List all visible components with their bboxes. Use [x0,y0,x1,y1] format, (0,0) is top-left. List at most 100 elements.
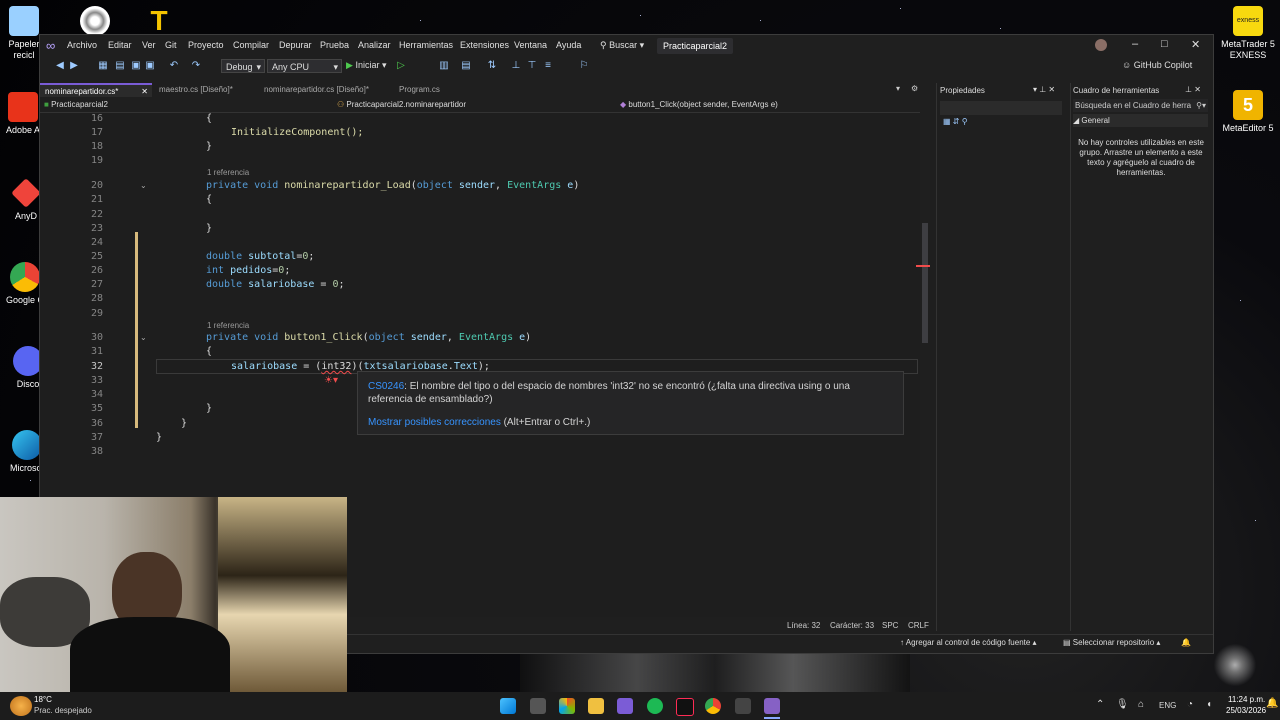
scrollbar-thumb[interactable] [922,223,928,343]
toolbox-group-general[interactable]: ◢ General [1073,114,1208,127]
spotify-icon[interactable] [647,698,663,714]
select-repository-button[interactable]: ▤ Seleccionar repositorio ▴ [1063,638,1160,647]
desktop-icon-metatrader[interactable]: exness MetaTrader 5 EXNESS [1211,6,1280,61]
close-icon[interactable]: ✕ [141,85,148,99]
network-icon[interactable]: ⌂ [1138,699,1144,710]
menu-editar[interactable]: Editar [108,40,132,50]
member-dropdown[interactable]: ◆ button1_Click(object sender, EventArgs… [620,99,910,111]
start-icon[interactable] [500,698,516,714]
error-squiggle[interactable]: int32 [321,361,351,372]
tab-list-chevron-icon[interactable]: ▾ [896,84,900,93]
line-ending-indicator[interactable]: CRLF [908,621,929,630]
start-button[interactable]: ▶ Iniciar ▾ [346,60,386,71]
snipping-tool-icon[interactable] [735,698,751,714]
menu-ventana[interactable]: Ventana [514,40,547,50]
align-icon[interactable]: ≡ [542,60,554,72]
open-folder-icon[interactable]: ▤ [114,60,126,72]
tab-nominarepartidor-cs[interactable]: nominarepartidor.cs* ✕ [40,83,152,97]
notifications-icon[interactable]: 🔔 [1181,638,1191,647]
tray-chevron-icon[interactable]: ⌃ [1096,699,1104,710]
language-indicator[interactable]: ENG [1159,701,1176,710]
github-copilot-button[interactable]: ☺ GitHub Copilot [1122,60,1192,70]
volume-icon[interactable]: ◖ [1206,699,1212,710]
source-control-button[interactable]: ↑ Agregar al control de código fuente ▴ [900,638,1037,647]
menu-ver[interactable]: Ver [142,40,156,50]
tab-nominarepartidor-designer[interactable]: nominarepartidor.cs [Diseño]* [259,83,389,97]
maximize-button[interactable]: □ [1161,38,1168,50]
menu-proyecto[interactable]: Proyecto [188,40,224,50]
menu-depurar[interactable]: Depurar [279,40,312,50]
object-selector[interactable] [940,101,1062,115]
file-explorer-icon[interactable] [588,698,604,714]
undo-icon[interactable]: ↶ [168,60,180,72]
class-dropdown[interactable]: ⚇ Practicaparcial2.nominarepartidor [337,99,617,111]
vertical-scrollbar[interactable] [922,113,930,617]
menu-archivo[interactable]: Archivo [67,40,97,50]
platform-dropdown[interactable]: Any CPU ▾ [267,59,342,73]
clock-time[interactable]: 11:24 p.m. [1228,695,1265,704]
menu-herramientas[interactable]: Herramientas [399,40,453,50]
menu-analizar[interactable]: Analizar [358,40,391,50]
save-all-icon[interactable]: ▣ [144,60,156,72]
save-icon[interactable]: ▣ [130,60,142,72]
desktop-icon-metaeditor[interactable]: 5 MetaEditor 5 [1211,90,1280,134]
toolbar-icon[interactable]: ▥ [438,60,450,72]
tiktok-icon[interactable] [676,698,694,716]
panel-options-icon[interactable]: ⊥ ✕ [1185,85,1201,94]
menu-compilar[interactable]: Compilar [233,40,269,50]
configuration-dropdown[interactable]: Debug ▾ [221,59,265,73]
toolbox-search-input[interactable]: Búsqueda en el Cuadro de herra ⚲▾ [1073,99,1208,112]
tab-maestro-designer[interactable]: maestro.cs [Diseño]* [154,83,254,97]
redo-icon[interactable]: ↷ [190,60,202,72]
column-indicator[interactable]: Carácter: 33 [830,621,874,630]
weather-desc[interactable]: Prac. despejado [34,706,92,715]
change-marker [135,232,138,428]
error-code-link[interactable]: CS0246 [368,381,404,392]
app-swirl-icon[interactable] [80,6,110,36]
references-codelens[interactable]: 1 referencia [207,321,249,330]
close-button[interactable]: ✕ [1191,38,1200,51]
back-icon[interactable]: ◀ [54,60,66,72]
weather-icon[interactable] [10,696,32,716]
weather-temp[interactable]: 18°C [34,695,52,704]
bookmark-icon[interactable]: ⚐ [578,60,590,72]
menu-prueba[interactable]: Prueba [320,40,349,50]
clock-date[interactable]: 25/03/2026 [1226,706,1266,715]
line-indicator[interactable]: Línea: 32 [787,621,820,630]
whitespace-indicator[interactable]: SPC [882,621,898,630]
copilot-taskbar-icon[interactable] [559,698,575,714]
align-icon[interactable]: ⊤ [526,60,538,72]
visual-studio-taskbar-icon[interactable] [764,698,780,714]
toolbar-icon[interactable]: ⇅ [486,60,498,72]
csharp-project-icon: ■ [44,100,49,109]
forward-icon[interactable]: ▶ [68,60,80,72]
menu-ayuda[interactable]: Ayuda [556,40,581,50]
categorized-icon[interactable]: ▦ ⇵ ⚲ [943,117,968,126]
settings-gear-icon[interactable]: ⚙ [911,84,918,93]
panel-options-icon[interactable]: ▾ ⊥ ✕ [1033,85,1055,94]
chrome-taskbar-icon[interactable] [705,698,721,714]
show-fixes-link[interactable]: Mostrar posibles correcciones [368,417,501,428]
collapse-chevron-icon[interactable]: ⌄ [140,333,147,342]
recycle-bin-icon [9,6,39,36]
avatar[interactable] [1095,39,1107,51]
tab-program-cs[interactable]: Program.cs [394,83,464,97]
menu-git[interactable]: Git [165,40,177,50]
app-t-icon[interactable]: T [144,6,174,36]
task-view-icon[interactable] [530,698,546,714]
menu-extensiones[interactable]: Extensiones [460,40,509,50]
notification-bell-icon[interactable]: 🔔 [1266,698,1278,709]
new-project-icon[interactable]: ▦ [97,60,109,72]
toolbar-icon[interactable]: ▤ [460,60,472,72]
collapse-chevron-icon[interactable]: ⌄ [140,181,147,190]
taskbar-app-icon[interactable] [617,698,633,714]
align-icon[interactable]: ⊥ [510,60,522,72]
quick-actions-lightbulb-icon[interactable]: ☀▾ [324,375,338,386]
start-without-debugging-icon[interactable]: ▷ [395,60,407,72]
references-codelens[interactable]: 1 referencia [207,168,249,177]
search-button[interactable]: ⚲ Buscar ▾ [600,40,644,51]
minimize-button[interactable]: – [1132,38,1138,50]
microphone-icon[interactable]: 🎙 [1116,699,1129,710]
wifi-icon[interactable]: ◔ [1187,699,1193,710]
project-dropdown[interactable]: ■ Practicaparcial2 [44,99,324,111]
